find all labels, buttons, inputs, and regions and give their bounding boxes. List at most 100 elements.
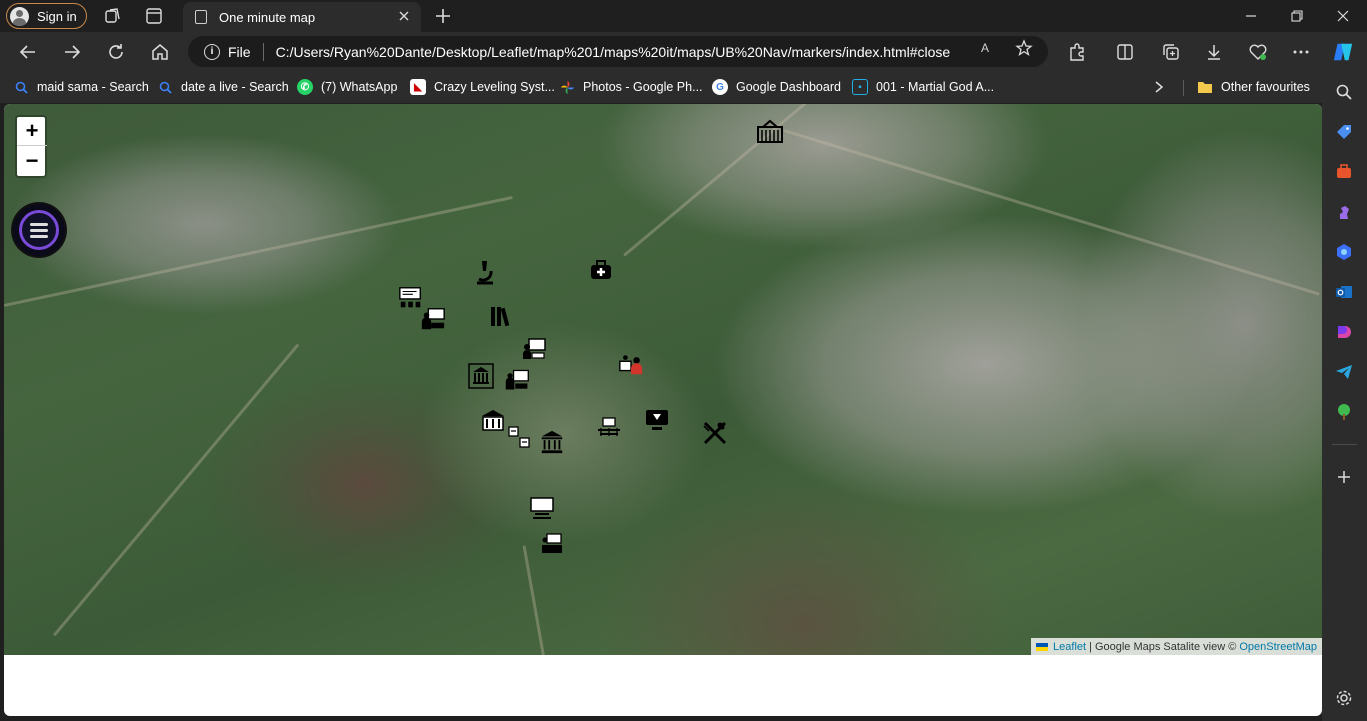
site-info-icon[interactable]: i: [204, 43, 220, 60]
downloads-button[interactable]: [1203, 41, 1225, 63]
minimize-button[interactable]: [1228, 0, 1274, 32]
faculty-building-marker[interactable]: [480, 407, 506, 433]
restore-button[interactable]: [1274, 0, 1320, 32]
favorite-star-icon[interactable]: [1015, 39, 1033, 57]
tools-briefcase-icon[interactable]: [1334, 162, 1354, 182]
workspaces-icon[interactable]: [104, 7, 122, 25]
road: [4, 195, 513, 307]
menu-icon: [19, 210, 59, 250]
books-icon: [491, 307, 510, 327]
refresh-button[interactable]: [104, 40, 128, 64]
road: [522, 545, 552, 655]
satellite-map[interactable]: + − Leaflet | Google Maps Satalite view …: [4, 104, 1322, 655]
staff-icon: [619, 355, 643, 375]
google-icon: G: [712, 79, 728, 95]
address-divider: [262, 42, 264, 61]
cinema-marker[interactable]: [529, 496, 555, 522]
close-window-button[interactable]: [1320, 0, 1366, 32]
map-attribution: Leaflet | Google Maps Satalite view © Op…: [1031, 638, 1322, 655]
restaurant-marker[interactable]: [702, 420, 728, 446]
teacher-marker[interactable]: [420, 306, 446, 332]
designer-icon[interactable]: [1334, 322, 1354, 342]
back-button[interactable]: [16, 40, 40, 64]
administration-marker[interactable]: [618, 352, 644, 378]
more-icon: [1293, 50, 1309, 54]
browser-essentials-button[interactable]: [1247, 41, 1269, 63]
close-window-icon: [1337, 10, 1349, 22]
it-center-marker[interactable]: [644, 407, 670, 433]
close-tab-icon[interactable]: [397, 9, 411, 23]
bookmark-google-photos[interactable]: Photos - Google Ph...: [559, 77, 703, 97]
shopping-tag-icon[interactable]: [1334, 122, 1354, 142]
zoom-in-button[interactable]: +: [17, 117, 47, 146]
settings-more-button[interactable]: [1290, 41, 1312, 63]
attribution-separator: |: [1089, 640, 1092, 653]
ukraine-flag-icon: [1036, 642, 1049, 651]
bookmark-label: Crazy Leveling Syst...: [434, 80, 555, 94]
outlook-icon[interactable]: [1334, 282, 1354, 302]
bookmark-maid-sama[interactable]: maid sama - Search: [13, 77, 149, 97]
split-screen-button[interactable]: [1114, 41, 1136, 63]
games-chess-icon[interactable]: [1334, 202, 1354, 222]
favorites-bar: maid sama - Search date a live - Search …: [0, 72, 1367, 103]
sign-in-label: Sign in: [37, 8, 77, 24]
gate-icon: [757, 119, 783, 143]
copilot-app-icon[interactable]: [1334, 242, 1354, 262]
address-bar[interactable]: i File C:/Users/Ryan%20Dante/Desktop/Lea…: [188, 36, 1048, 67]
forward-button[interactable]: [60, 40, 84, 64]
museum-marker[interactable]: [468, 363, 494, 389]
health-center-marker[interactable]: [588, 257, 614, 283]
amphitheater-marker[interactable]: [596, 414, 622, 440]
bookmark-crazy-leveling[interactable]: ◣ Crazy Leveling Syst...: [410, 77, 555, 97]
page-icon: [195, 10, 207, 24]
extensions-button[interactable]: [1066, 41, 1088, 63]
openstreetmap-link[interactable]: OpenStreetMap: [1239, 641, 1317, 653]
search-icon[interactable]: [1334, 82, 1354, 102]
tab-title: One minute map: [219, 9, 316, 25]
desks-icon: [508, 426, 530, 448]
bookmark-label: 001 - Martial God A...: [876, 80, 995, 94]
add-sidebar-app-icon[interactable]: [1334, 467, 1354, 487]
bookmark-date-a-live[interactable]: date a live - Search: [157, 77, 289, 97]
presentation-board-marker[interactable]: [521, 336, 547, 362]
road: [783, 129, 1320, 296]
more-bookmarks-chevron-icon[interactable]: [1153, 77, 1165, 97]
copilot-icon: [1333, 43, 1353, 61]
road: [52, 343, 300, 637]
other-favourites-folder[interactable]: Other favourites: [1197, 77, 1310, 97]
bookmark-whatsapp[interactable]: ✆ (7) WhatsApp: [297, 77, 397, 97]
sidebar-divider: [1332, 444, 1357, 445]
bookmark-martial-god[interactable]: ▪ 001 - Martial God A...: [852, 77, 994, 97]
read-aloud-icon[interactable]: A: [976, 39, 994, 57]
zoom-out-button[interactable]: −: [17, 146, 47, 175]
laboratory-marker[interactable]: [472, 259, 498, 285]
back-arrow-icon: [19, 45, 35, 59]
new-tab-icon[interactable]: [433, 6, 453, 26]
url-text[interactable]: C:/Users/Ryan%20Dante/Desktop/Leaflet/ma…: [276, 44, 951, 60]
bookmark-google-dashboard[interactable]: G Google Dashboard: [712, 77, 841, 97]
leaflet-link[interactable]: Leaflet: [1053, 641, 1086, 653]
tree-icon[interactable]: [1334, 402, 1354, 422]
active-tab[interactable]: One minute map: [183, 2, 421, 32]
sign-in-button[interactable]: Sign in: [6, 3, 87, 29]
gate-marker[interactable]: [757, 118, 783, 144]
bookmark-label: (7) WhatsApp: [321, 80, 398, 94]
tab-actions-icon[interactable]: [145, 7, 163, 25]
exam-hall-marker[interactable]: [507, 425, 533, 451]
classroom-marker[interactable]: [504, 367, 530, 393]
telegram-send-icon[interactable]: [1334, 362, 1354, 382]
copilot-button[interactable]: [1332, 41, 1354, 63]
collections-button[interactable]: [1160, 41, 1182, 63]
library-marker[interactable]: [487, 303, 513, 329]
sidebar-settings-gear-icon[interactable]: [1334, 688, 1354, 708]
bookmark-label: Photos - Google Ph...: [583, 80, 703, 94]
board-icon: [523, 338, 546, 359]
computer-icon: [646, 410, 668, 430]
search-icon: [157, 79, 173, 95]
training-room-marker[interactable]: [539, 531, 565, 557]
home-button[interactable]: [148, 40, 172, 64]
menu-button[interactable]: [13, 204, 65, 256]
medical-kit-icon: [591, 260, 611, 279]
bank-marker[interactable]: [539, 429, 565, 455]
download-icon: [1208, 45, 1220, 60]
